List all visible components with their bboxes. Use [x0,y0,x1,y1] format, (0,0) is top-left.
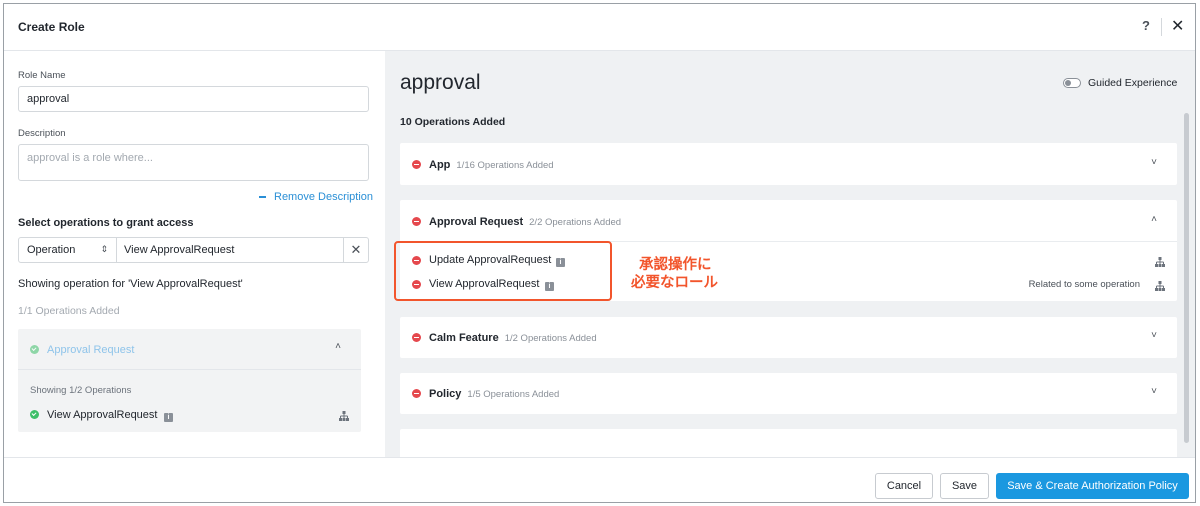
group-name: Calm Feature 1/2 Operations Added [429,332,597,344]
chevron-down-icon[interactable]: ˅ [1151,386,1157,397]
remove-circle-icon[interactable] [412,160,421,169]
annotation-text: 承認操作に 必要なロール [631,256,718,292]
chevron-down-icon[interactable]: ˅ [1151,330,1157,341]
card-title: Approval Request [47,344,135,356]
annotation-highlight-box [394,241,612,301]
remove-description-link[interactable]: Remove Description [259,191,373,203]
showing-operations-count: Showing 1/2 Operations [30,385,132,396]
create-role-dialog: Create Role ? ✕ Role Name approval Descr… [3,3,1196,503]
annotation-line-1: 承認操作に [639,257,712,273]
related-operation-note: Related to some operation [1028,279,1140,290]
guided-experience-label: Guided Experience [1088,77,1178,89]
dialog-header: Create Role ? ✕ [4,4,1195,51]
dialog-footer: Cancel Save Save & Create Authorization … [4,457,1195,502]
chevron-up-icon[interactable]: ˄ [335,341,341,352]
help-icon[interactable]: ? [1142,18,1150,33]
left-panel: Role Name approval Description approval … [4,51,385,457]
save-and-create-policy-button[interactable]: Save & Create Authorization Policy [996,473,1189,499]
info-icon[interactable]: i [164,409,173,427]
group-count: 1/2 Operations Added [504,333,597,344]
clear-filter-icon[interactable]: ✕ [343,238,368,262]
operation-filter: Operation ⇕ View ApprovalRequest ✕ [18,237,369,263]
remove-circle-icon[interactable] [412,389,421,398]
chevron-down-icon[interactable]: ˅ [1151,157,1157,168]
minus-icon [259,196,266,199]
select-arrows-icon: ⇕ [100,244,108,254]
group-card-app[interactable]: App 1/16 Operations Added ˅ [400,143,1177,185]
group-card-calm-feature[interactable]: Calm Feature 1/2 Operations Added ˅ [400,317,1177,358]
group-card-policy[interactable]: Policy 1/5 Operations Added ˅ [400,373,1177,414]
guided-experience-toggle[interactable] [1063,78,1081,88]
header-divider [1161,18,1162,36]
card-header[interactable]: Approval Request ˄ [18,329,361,370]
remove-description-label: Remove Description [274,191,374,203]
group-header[interactable]: Approval Request 2/2 Operations Added ˄ [400,200,1177,240]
filter-type-value: Operation [27,244,76,256]
check-circle-icon [30,345,39,354]
scrollbar-thumb[interactable] [1184,113,1189,443]
chevron-up-icon[interactable]: ˄ [1151,214,1157,225]
operations-added-total: 10 Operations Added [400,116,506,128]
role-name-input[interactable]: approval [18,86,369,112]
hierarchy-icon[interactable] [339,408,349,426]
filter-search-input[interactable]: View ApprovalRequest [124,244,234,256]
operation-label: View ApprovalRequest [47,409,158,421]
check-circle-icon [30,410,39,419]
group-count: 1/5 Operations Added [467,389,560,400]
operations-added-count: 1/1 Operations Added [18,305,120,317]
close-icon[interactable]: ✕ [1171,16,1184,36]
cancel-button[interactable]: Cancel [875,473,933,499]
scrollbar[interactable] [1183,113,1190,451]
group-count: 2/2 Operations Added [529,217,622,228]
group-name: Policy 1/5 Operations Added [429,388,560,400]
remove-circle-icon[interactable] [412,333,421,342]
role-title: approval [400,71,481,94]
hierarchy-icon[interactable] [1155,278,1165,296]
remove-circle-icon[interactable] [412,217,421,226]
description-label: Description [18,128,66,139]
role-name-label: Role Name [18,70,66,81]
group-name: App 1/16 Operations Added [429,159,554,171]
showing-operation-text: Showing operation for 'View ApprovalRequ… [18,278,243,290]
approval-request-card: Approval Request ˄ Showing 1/2 Operation… [18,329,361,432]
dialog-title: Create Role [18,20,85,34]
group-name: Approval Request 2/2 Operations Added [429,216,622,228]
hierarchy-icon[interactable] [1155,254,1165,272]
group-count: 1/16 Operations Added [456,160,554,171]
save-button[interactable]: Save [940,473,989,499]
filter-type-select[interactable]: Operation ⇕ [19,238,117,262]
annotation-line-2: 必要なロール [631,275,718,291]
select-operations-title: Select operations to grant access [18,217,194,229]
group-card-partial[interactable] [400,429,1177,457]
description-textarea[interactable]: approval is a role where... [18,144,369,181]
